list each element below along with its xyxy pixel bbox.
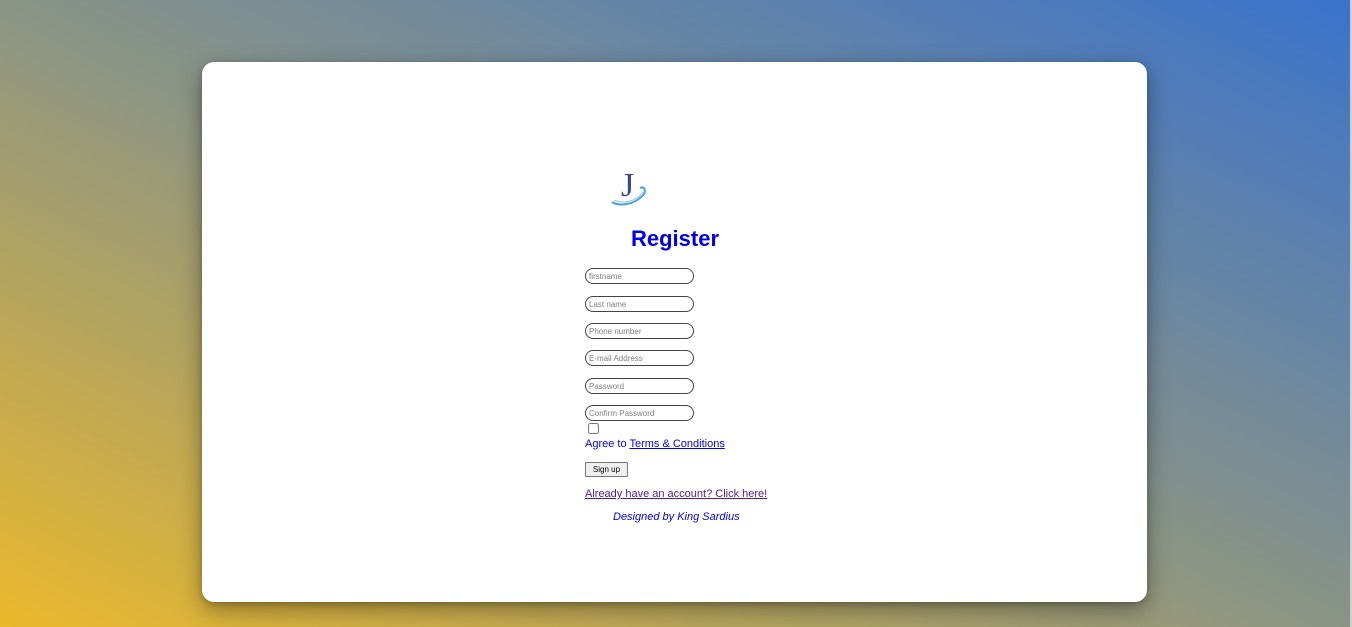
signup-button[interactable]: Sign up — [585, 462, 628, 477]
terms-checkbox[interactable] — [588, 423, 599, 434]
terms-link[interactable]: Terms & Conditions — [629, 438, 724, 450]
phone-input[interactable] — [585, 323, 694, 339]
confirm-password-input[interactable] — [585, 405, 694, 421]
terms-agreement: Agree to Terms & Conditions — [585, 438, 725, 450]
page-title: Register — [630, 226, 720, 251]
email-input[interactable] — [585, 350, 694, 366]
agree-label: Agree to — [585, 438, 630, 450]
brand-logo: J — [611, 167, 646, 206]
password-input[interactable] — [585, 378, 694, 394]
logo-letter: J — [621, 167, 634, 204]
lastname-input[interactable] — [585, 296, 694, 312]
designer-credit: Designed by King Sardius — [613, 511, 740, 523]
login-link[interactable]: Already have an account? Click here! — [585, 488, 767, 500]
register-card: J Register Agree to Terms & Conditions S… — [202, 62, 1147, 602]
firstname-input[interactable] — [585, 268, 694, 284]
